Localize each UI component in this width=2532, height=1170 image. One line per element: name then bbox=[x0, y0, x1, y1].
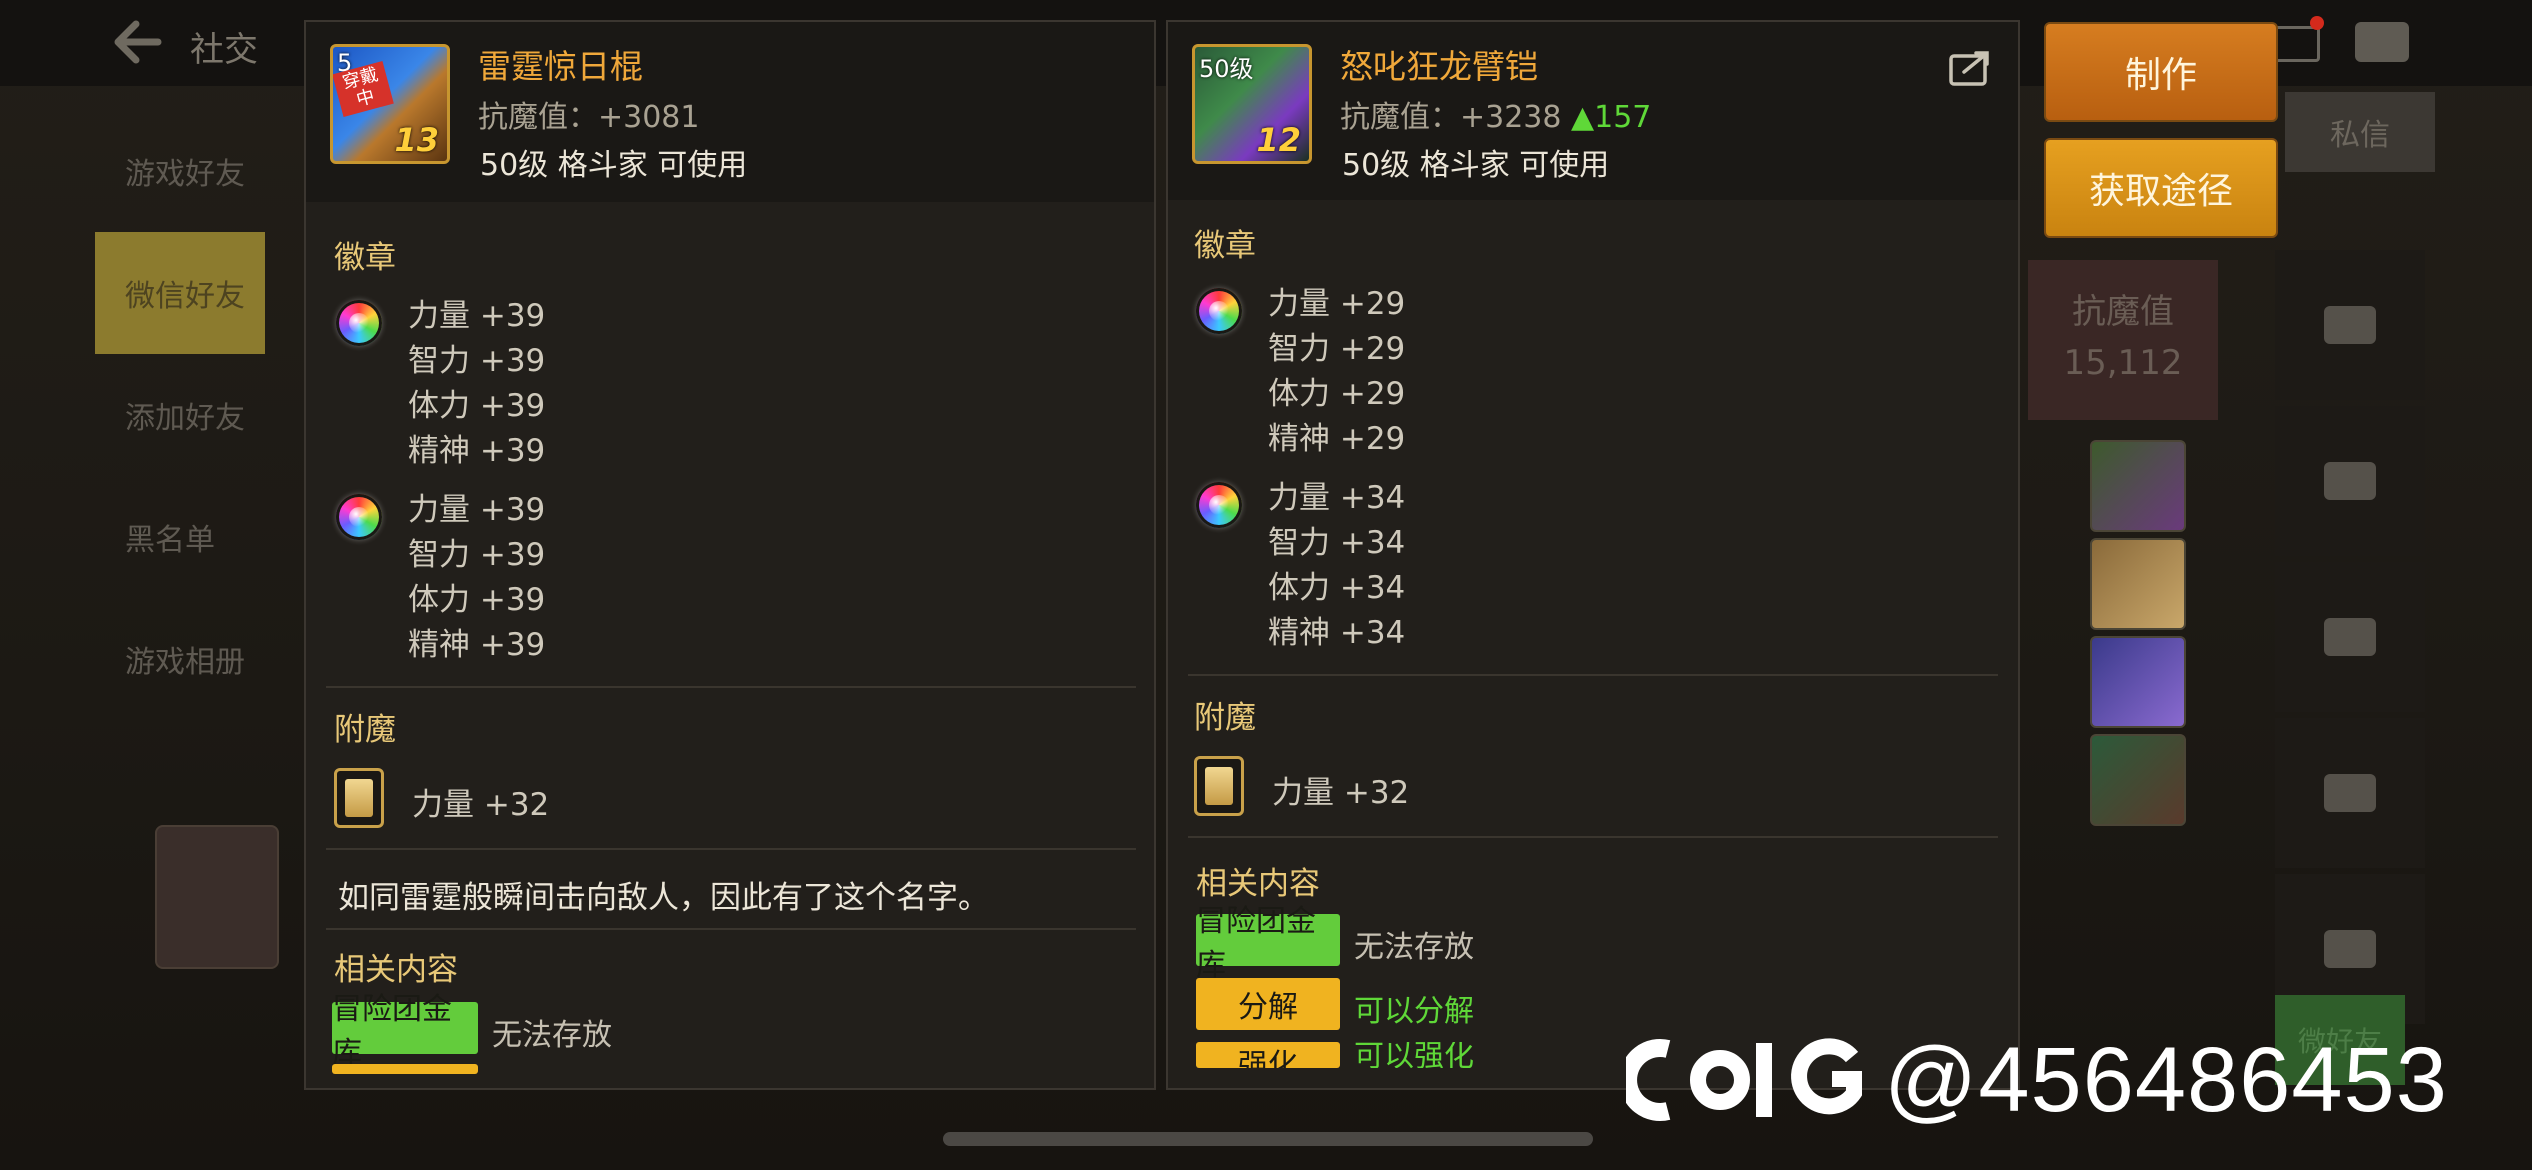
tab-private-message[interactable]: 私信 bbox=[2285, 92, 2435, 172]
enchant-card-icon bbox=[334, 768, 384, 828]
chat-icon bbox=[2324, 462, 2376, 500]
equip-thumb[interactable] bbox=[2090, 440, 2186, 532]
chat-list-item[interactable] bbox=[2275, 406, 2425, 556]
flavor-text: 如同雷霆般瞬间击向敌人，因此有了这个名字。 bbox=[338, 880, 989, 916]
badge-stat: 智力 +39 bbox=[408, 343, 546, 379]
watermark-handle: @456486453 bbox=[1884, 1028, 2448, 1131]
chat-icon bbox=[2324, 774, 2376, 812]
enhance-tag-label: 强化 bbox=[1238, 1048, 1298, 1068]
chat-icon bbox=[2324, 306, 2376, 344]
related-section-title: 相关内容 bbox=[334, 952, 458, 988]
badge-stat: 力量 +29 bbox=[1268, 286, 1406, 322]
colg-logo-icon bbox=[1626, 1038, 1862, 1121]
enchant-section-title: 附魔 bbox=[334, 712, 396, 748]
rainbow-badge-icon bbox=[336, 300, 382, 346]
equipment-column bbox=[2090, 440, 2186, 832]
armguard-icon[interactable]: 50级 12 bbox=[1192, 44, 1312, 164]
badge-stat: 精神 +34 bbox=[1268, 615, 1406, 651]
antimagic-value: 抗魔值：+3238 ▲157 bbox=[1340, 92, 1651, 136]
badge-stat: 力量 +39 bbox=[408, 492, 546, 528]
chat-list-item[interactable] bbox=[2275, 718, 2425, 868]
nav-game-friends[interactable]: 游戏好友 bbox=[95, 110, 265, 232]
antimagic-text: 抗魔值：+3238 bbox=[1340, 100, 1562, 135]
home-indicator[interactable] bbox=[943, 1132, 1593, 1146]
nav-wechat-friends[interactable]: 微信好友 bbox=[95, 232, 265, 354]
rainbow-badge-icon bbox=[336, 494, 382, 540]
divider bbox=[326, 686, 1136, 688]
badge-stat: 体力 +39 bbox=[408, 582, 546, 618]
share-icon[interactable] bbox=[1948, 48, 1992, 88]
decompose-tag: 分解 bbox=[1196, 978, 1340, 1030]
badge-section-title: 徽章 bbox=[334, 240, 396, 276]
antimagic-stat-box: 抗魔值 15,112 bbox=[2028, 260, 2218, 420]
badge-stat: 体力 +29 bbox=[1268, 376, 1406, 412]
page-title: 社交 bbox=[190, 30, 258, 70]
weapon-icon[interactable]: 5 穿戴中 13 bbox=[330, 44, 450, 164]
refine-level: 12 bbox=[1256, 121, 1301, 159]
stat-label: 抗魔值 bbox=[2072, 292, 2174, 332]
decompose-tag-partial bbox=[332, 1064, 478, 1074]
refine-level: 13 bbox=[394, 121, 439, 159]
badge-stat: 力量 +34 bbox=[1268, 480, 1406, 516]
item-name: 雷霆惊日棍 bbox=[478, 47, 643, 86]
guild-vault-tag: 冒险团金库 bbox=[1196, 904, 1340, 983]
badge-stat: 力量 +39 bbox=[408, 298, 546, 334]
badge-stat: 智力 +34 bbox=[1268, 525, 1406, 561]
guild-vault-tag: 冒险团金库 bbox=[332, 992, 478, 1071]
enchant-section-title: 附魔 bbox=[1194, 700, 1256, 736]
chat-icon bbox=[2324, 618, 2376, 656]
badge-stat: 精神 +29 bbox=[1268, 421, 1406, 457]
compare-item-tooltip: 50级 12 怒叱狂龙臂铠 抗魔值：+3238 ▲157 50级 格斗家 可使用… bbox=[1166, 20, 2020, 1090]
watermark: @456486453 bbox=[1626, 1028, 2448, 1131]
chat-column bbox=[2275, 250, 2425, 1030]
guild-vault-value: 无法存放 bbox=[1354, 930, 1474, 965]
item-header: 50级 12 怒叱狂龙臂铠 抗魔值：+3238 ▲157 50级 格斗家 可使用 bbox=[1168, 22, 2018, 200]
badge-stat: 精神 +39 bbox=[408, 433, 546, 469]
nav-add-friend[interactable]: 添加好友 bbox=[95, 354, 265, 476]
usage-requirement: 50级 格斗家 可使用 bbox=[1342, 148, 1610, 183]
badge-section-title: 徽章 bbox=[1194, 228, 1256, 264]
badge-stat: 体力 +39 bbox=[408, 388, 546, 424]
divider bbox=[1188, 674, 1998, 676]
decompose-value: 可以分解 bbox=[1354, 994, 1474, 1029]
chat-list-item[interactable] bbox=[2275, 562, 2425, 712]
notification-dot bbox=[2310, 16, 2324, 30]
equip-thumb[interactable] bbox=[2090, 538, 2186, 630]
enchant-stat: 力量 +32 bbox=[1272, 775, 1410, 811]
rainbow-badge-icon bbox=[1196, 288, 1242, 334]
friend-nav: 游戏好友 微信好友 添加好友 黑名单 游戏相册 bbox=[95, 110, 265, 720]
equip-thumb[interactable] bbox=[2090, 636, 2186, 728]
back-arrow-icon[interactable] bbox=[112, 20, 162, 64]
level-badge: 50级 bbox=[1199, 55, 1254, 83]
chat-icon bbox=[2324, 930, 2376, 968]
chat-list-item[interactable] bbox=[2275, 250, 2425, 400]
enchant-stat: 力量 +32 bbox=[412, 787, 550, 823]
divider bbox=[326, 848, 1136, 850]
guild-vault-value: 无法存放 bbox=[492, 1018, 612, 1053]
divider bbox=[1188, 836, 1998, 838]
equipped-item-tooltip: 5 穿戴中 13 雷霆惊日棍 抗魔值：+3081 50级 格斗家 可使用 徽章 … bbox=[304, 20, 1156, 1090]
chat-icon[interactable] bbox=[2355, 22, 2409, 62]
badge-stat: 智力 +29 bbox=[1268, 331, 1406, 367]
enhance-tag: 强化 bbox=[1196, 1042, 1340, 1068]
antimagic-delta: ▲157 bbox=[1571, 100, 1652, 135]
acquire-source-button[interactable]: 获取途径 bbox=[2044, 138, 2278, 238]
badge-stat: 体力 +34 bbox=[1268, 570, 1406, 606]
item-name: 怒叱狂龙臂铠 bbox=[1340, 47, 1538, 86]
usage-requirement: 50级 格斗家 可使用 bbox=[480, 148, 748, 183]
avatar bbox=[155, 825, 279, 969]
item-header: 5 穿戴中 13 雷霆惊日棍 抗魔值：+3081 50级 格斗家 可使用 bbox=[306, 22, 1154, 202]
badge-stat: 精神 +39 bbox=[408, 627, 546, 663]
rainbow-badge-icon bbox=[1196, 482, 1242, 528]
divider bbox=[326, 928, 1136, 930]
equip-thumb[interactable] bbox=[2090, 734, 2186, 826]
enchant-card-icon bbox=[1194, 756, 1244, 816]
nav-blacklist[interactable]: 黑名单 bbox=[95, 476, 265, 598]
enhance-value: 可以强化 bbox=[1354, 1042, 1474, 1068]
badge-stat: 智力 +39 bbox=[408, 537, 546, 573]
antimagic-value: 抗魔值：+3081 bbox=[478, 100, 700, 135]
nav-game-album[interactable]: 游戏相册 bbox=[95, 598, 265, 720]
craft-button[interactable]: 制作 bbox=[2044, 22, 2278, 122]
stat-value: 15,112 bbox=[2063, 343, 2183, 383]
